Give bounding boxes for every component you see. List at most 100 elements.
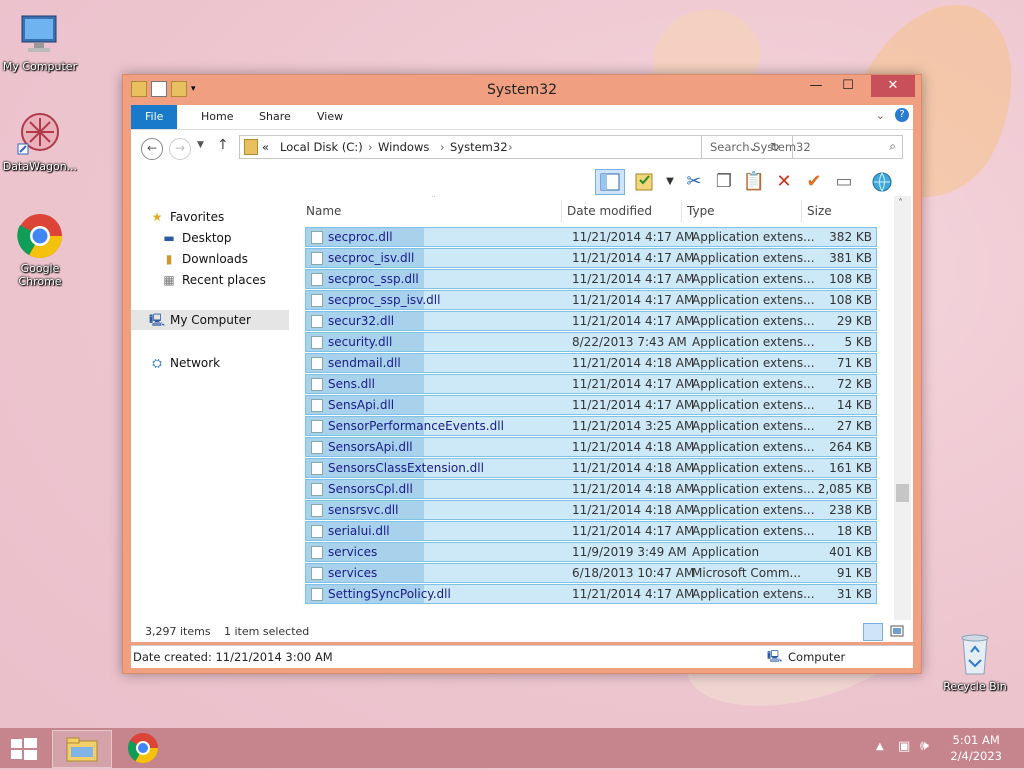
nav-my-computer[interactable]: 🖳 My Computer — [131, 310, 289, 330]
file-row[interactable]: SensorPerformanceEvents.dll 11/21/2014 3:… — [305, 416, 877, 436]
globe-icon[interactable] — [869, 169, 895, 195]
column-header-size[interactable]: Size — [801, 200, 877, 222]
taskbar-file-explorer[interactable] — [52, 730, 112, 768]
maximize-button[interactable]: ☐ — [833, 75, 863, 97]
file-row[interactable]: secproc_ssp.dll 11/21/2014 4:17 AM Applica… — [305, 269, 877, 289]
tab-view[interactable]: View — [303, 105, 357, 129]
nav-desktop[interactable]: ▬ Desktop — [161, 231, 231, 245]
paste-icon[interactable]: 📋 — [741, 169, 767, 195]
scroll-up-icon[interactable]: ˄ — [898, 198, 903, 209]
desktop-icon-my-computer[interactable]: My Computer — [0, 10, 80, 73]
file-icon — [311, 399, 323, 412]
taskbar-chrome[interactable] — [118, 730, 168, 766]
file-name: SensorsCpl.dll — [328, 482, 413, 496]
file-row[interactable]: SensorsApi.dll 11/21/2014 4:18 AM Applicat… — [305, 437, 877, 457]
file-row[interactable]: services 6/18/2013 10:47 AM Microsoft Comm… — [305, 563, 877, 583]
file-row[interactable]: sensrsvc.dll 11/21/2014 4:18 AM Applicatio… — [305, 500, 877, 520]
rename-icon[interactable]: ▭ — [831, 169, 857, 195]
breadcrumb-system32[interactable]: System32 — [450, 140, 508, 154]
column-header-type[interactable]: Type — [681, 200, 795, 222]
help-icon[interactable]: ? — [895, 108, 909, 122]
explorer-window[interactable]: ▾ System32 — ☐ ✕ File Home Share View ⌄ … — [122, 74, 922, 674]
chrome-icon — [16, 212, 64, 260]
scroll-thumb[interactable] — [896, 484, 909, 502]
file-type: Application extens... — [692, 440, 815, 454]
file-row[interactable]: SettingSyncPolicy.dll 11/21/2014 4:17 AM A… — [305, 584, 877, 604]
nav-network[interactable]: ⛭ Network — [149, 356, 220, 371]
selection-count: 1 item selected — [224, 625, 310, 638]
close-button[interactable]: ✕ — [871, 75, 915, 97]
file-row[interactable]: SensorsClassExtension.dll 11/21/2014 4:18… — [305, 458, 877, 478]
file-row[interactable]: secproc_isv.dll 11/21/2014 4:17 AM Applica… — [305, 248, 877, 268]
tab-file[interactable]: File — [131, 105, 178, 129]
show-hidden-icons-icon[interactable]: ▲ — [876, 741, 884, 752]
desktop-icon: ▬ — [163, 231, 175, 245]
file-row[interactable]: SensApi.dll 11/21/2014 4:17 AM Application… — [305, 395, 877, 415]
file-type: Application extens... — [692, 524, 815, 538]
file-size: 161 KB — [829, 461, 872, 475]
title-bar[interactable]: ▾ System32 — ☐ ✕ — [123, 75, 921, 105]
file-icon — [311, 441, 323, 454]
search-icon[interactable]: ⌕ — [889, 139, 896, 154]
file-icon — [311, 483, 323, 496]
breadcrumb-windows[interactable]: Windows — [378, 140, 429, 154]
checkmark-icon[interactable]: ✔ — [801, 169, 827, 195]
start-button[interactable] — [0, 730, 46, 766]
column-header-name[interactable]: Name — [301, 200, 556, 222]
copy-icon[interactable]: ❐ — [711, 169, 737, 195]
downloads-folder-icon: ▮ — [165, 252, 173, 266]
file-row[interactable]: secproc_ssp_isv.dll 11/21/2014 4:17 AM App… — [305, 290, 877, 310]
back-button[interactable]: ← — [141, 138, 163, 160]
preview-pane-icon[interactable] — [595, 169, 625, 195]
up-arrow-icon[interactable]: ↑ — [217, 137, 229, 153]
taskbar: ▲ ▣ 🕪 5:01 AM 2/4/2023 — [0, 728, 1024, 768]
system-clock[interactable]: 5:01 AM 2/4/2023 — [950, 732, 1002, 764]
breadcrumb-overflow[interactable]: « — [262, 140, 269, 154]
vertical-scrollbar[interactable]: ˄ ˅ — [894, 196, 911, 640]
file-name: secproc.dll — [328, 230, 393, 244]
file-type: Application extens... — [692, 251, 815, 265]
file-type: Application extens... — [692, 230, 815, 244]
large-icons-view-icon[interactable] — [889, 623, 905, 639]
tab-share[interactable]: Share — [245, 105, 305, 129]
file-row[interactable]: sendmail.dll 11/21/2014 4:18 AM Applicatio… — [305, 353, 877, 373]
nav-favorites[interactable]: ★ Favorites — [149, 210, 225, 224]
delete-icon[interactable]: ✕ — [771, 169, 797, 195]
nav-recent-places[interactable]: ▦ Recent places — [161, 273, 266, 287]
content-area: ★ Favorites ▬ Desktop ▮ Downloads ▦ Recent p… — [131, 196, 913, 640]
file-row[interactable]: SensorsCpl.dll 11/21/2014 4:18 AM Applicat… — [305, 479, 877, 499]
file-date: 11/21/2014 4:18 AM — [572, 461, 695, 475]
file-row[interactable]: security.dll 8/22/2013 7:43 AM Application… — [305, 332, 877, 352]
navigation-pane: ★ Favorites ▬ Desktop ▮ Downloads ▦ Recent p… — [131, 196, 291, 640]
column-header-date[interactable]: Date modified — [561, 200, 675, 222]
file-row[interactable]: serialui.dll 11/21/2014 4:17 AM Applicatio… — [305, 521, 877, 541]
search-placeholder: Search System32 — [710, 140, 811, 154]
recent-locations-icon[interactable]: ▼ — [197, 140, 204, 150]
cut-icon[interactable]: ✂ — [681, 169, 707, 195]
network-status-icon[interactable]: ▣ — [898, 739, 910, 754]
file-date: 11/21/2014 4:18 AM — [572, 356, 695, 370]
minimize-button[interactable]: — — [801, 75, 831, 97]
ribbon-expand-icon[interactable]: ⌄ — [876, 109, 885, 122]
desktop-icon-recycle-bin[interactable]: Recycle Bin — [935, 630, 1015, 693]
breadcrumb-local-disk[interactable]: Local Disk (C:) — [280, 140, 363, 154]
file-row[interactable]: secur32.dll 11/21/2014 4:17 AM Application… — [305, 311, 877, 331]
file-list: ˄ Name Date modified Type Size secproc.d… — [301, 196, 911, 640]
details-view-icon[interactable] — [863, 623, 883, 641]
volume-icon[interactable]: 🕪 — [920, 738, 929, 754]
chevron-down-icon[interactable]: ▼ — [657, 169, 683, 195]
file-row[interactable]: Sens.dll 11/21/2014 4:17 AM Application ex… — [305, 374, 877, 394]
desktop-icon-datawagon[interactable]: DataWagon... — [0, 110, 80, 173]
search-input[interactable]: Search System32 ⌕ — [701, 135, 903, 159]
file-row[interactable]: secproc.dll 11/21/2014 4:17 AM Application… — [305, 227, 877, 247]
file-name: SensorPerformanceEvents.dll — [328, 419, 504, 433]
desktop-icon-chrome[interactable]: Google Chrome — [0, 212, 80, 288]
tab-home[interactable]: Home — [187, 105, 247, 129]
file-type: Application extens... — [692, 461, 815, 475]
file-size: 27 KB — [836, 419, 872, 433]
forward-button[interactable]: → — [169, 138, 191, 160]
file-date: 11/21/2014 4:18 AM — [572, 440, 695, 454]
properties-icon[interactable] — [631, 169, 657, 195]
file-row[interactable]: services 11/9/2019 3:49 AM Application 401 … — [305, 542, 877, 562]
nav-downloads[interactable]: ▮ Downloads — [161, 252, 248, 266]
